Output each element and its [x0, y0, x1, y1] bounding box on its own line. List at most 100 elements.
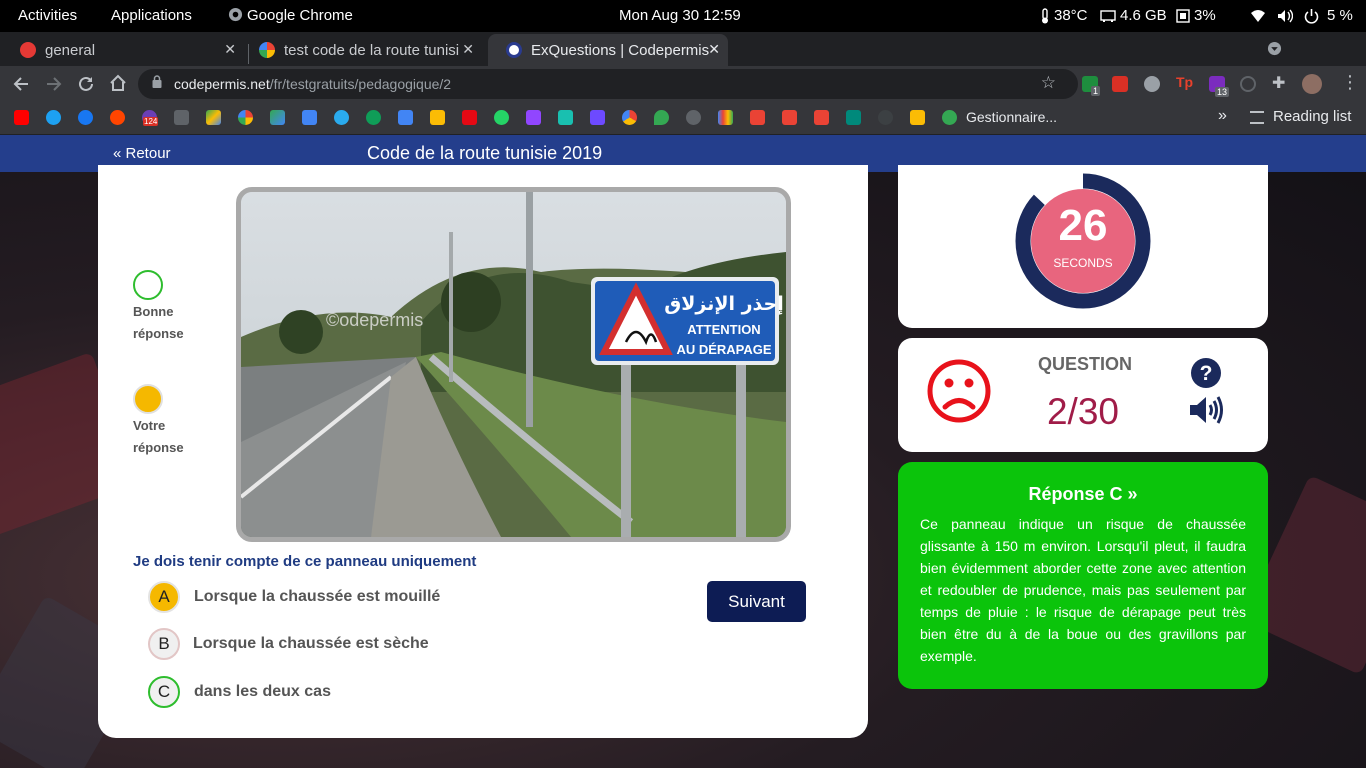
option-text: dans les deux cas — [194, 683, 331, 700]
reload-icon[interactable] — [77, 75, 95, 93]
temperature-indicator[interactable]: 38°C — [1040, 7, 1088, 24]
page-title: Code de la route tunisie 2019 — [367, 143, 603, 163]
image-bookmark-icon[interactable] — [910, 110, 925, 125]
option-letter: C — [148, 676, 180, 708]
close-icon[interactable]: ✕ — [462, 41, 474, 58]
road-sign-photo: إحذر الإنزلاق ATTENTION AU DÉRAPAGE ©ode… — [241, 192, 786, 537]
twitch-icon[interactable] — [526, 110, 541, 125]
answer-title[interactable]: Réponse C » — [898, 484, 1268, 505]
cpu-indicator[interactable]: 3% — [1176, 7, 1216, 24]
google-translate-icon[interactable] — [398, 110, 413, 125]
circle-app-icon[interactable] — [622, 110, 637, 125]
kebab-menu-icon[interactable]: ⋮ — [1341, 72, 1359, 93]
your-answer-legend-icon — [133, 384, 163, 414]
bookmark-bars-icon[interactable] — [718, 110, 733, 125]
tab-title: ExQuestions | Codepermis — [531, 41, 710, 59]
youtube-icon[interactable] — [14, 110, 29, 125]
google-play-icon[interactable] — [270, 110, 285, 125]
volume-icon[interactable] — [1277, 9, 1293, 23]
twitter-icon[interactable] — [46, 110, 61, 125]
home-icon[interactable] — [109, 74, 127, 92]
back-icon[interactable] — [12, 75, 30, 93]
netflix-icon[interactable] — [462, 110, 477, 125]
wifi-icon[interactable] — [1250, 9, 1266, 23]
answer-option-b[interactable]: B Lorsque la chaussée est sèche — [148, 628, 688, 660]
puzzle-icon[interactable]: ✚ — [1272, 73, 1288, 92]
gmail-icon[interactable] — [750, 110, 765, 125]
applications-menu[interactable]: Applications — [111, 7, 192, 24]
answer-option-a[interactable]: A Lorsque la chaussée est mouillé — [148, 581, 688, 613]
gmail-icon[interactable] — [814, 110, 829, 125]
speaker-icon[interactable] — [1188, 395, 1224, 425]
extension-icon-circle[interactable] — [1240, 76, 1256, 92]
app-menu[interactable]: Google Chrome — [228, 7, 353, 24]
google-photos-icon[interactable] — [238, 110, 253, 125]
legend-text: Votre — [133, 418, 166, 433]
green-app-icon[interactable] — [366, 110, 381, 125]
reddit-icon[interactable] — [110, 110, 125, 125]
reading-list-button[interactable]: Reading list — [1273, 108, 1351, 125]
address-bar[interactable]: codepermis.net/fr/testgratuits/pedagogiq… — [138, 69, 1078, 99]
navigation-bar: codepermis.net/fr/testgratuits/pedagogiq… — [0, 66, 1366, 102]
google-meet-icon[interactable] — [846, 110, 861, 125]
tab-search-icon[interactable] — [1267, 41, 1282, 56]
option-letter: A — [148, 581, 180, 613]
answer-option-c[interactable]: C dans les deux cas — [148, 676, 688, 708]
google-calendar-icon[interactable] — [302, 110, 317, 125]
bookmark-purple-icon[interactable] — [590, 110, 605, 125]
whatsapp-icon[interactable] — [494, 110, 509, 125]
extension-icon-gray[interactable] — [1144, 76, 1160, 92]
profile-avatar[interactable] — [1302, 74, 1322, 94]
gauge-icon[interactable] — [878, 110, 893, 125]
chrome-icon — [228, 7, 243, 22]
bracket-icon[interactable] — [174, 110, 189, 125]
gestionnaire-icon[interactable] — [942, 110, 957, 125]
memory-value: 4.6 GB — [1120, 7, 1167, 24]
google-icon[interactable] — [686, 110, 701, 125]
memory-indicator[interactable]: 4.6 GB — [1100, 7, 1167, 24]
extension-badge: 13 — [1215, 87, 1230, 97]
gmail-icon[interactable] — [782, 110, 797, 125]
tab-title: general — [45, 41, 96, 59]
next-button[interactable]: Suivant — [707, 581, 806, 622]
bookmark-gestionnaire[interactable]: Gestionnaire... — [966, 109, 1057, 125]
watermark-text: ©odepermis — [326, 310, 423, 330]
facebook-icon[interactable] — [78, 110, 93, 125]
more-bookmarks-button[interactable]: » — [1218, 107, 1227, 125]
sign-line1-text: ATTENTION — [687, 322, 760, 337]
vpn-icon[interactable] — [558, 110, 573, 125]
help-icon[interactable]: ? — [1190, 357, 1222, 389]
tab-favicon — [20, 42, 36, 58]
google-drive-icon[interactable] — [206, 110, 221, 125]
power-icon[interactable] — [1304, 8, 1319, 24]
timer-card: 26 SECONDS — [898, 165, 1268, 328]
back-link[interactable]: « Retour — [113, 145, 171, 162]
close-icon[interactable]: ✕ — [708, 41, 720, 58]
thermometer-icon — [1042, 7, 1048, 23]
telegram-icon[interactable] — [334, 110, 349, 125]
bookmark-star-icon[interactable]: ☆ — [1041, 73, 1056, 93]
google-keep-icon[interactable] — [430, 110, 445, 125]
forward-icon[interactable] — [45, 75, 63, 93]
tab-exquestions[interactable]: ExQuestions | Codepermis ✕ — [488, 34, 728, 66]
activities-button[interactable]: Activities — [18, 7, 77, 24]
clock[interactable]: Mon Aug 30 12:59 — [619, 7, 741, 24]
timer-value: 26 — [1058, 201, 1108, 250]
battery-value[interactable]: 5 % — [1327, 7, 1353, 24]
tp-extension-icon[interactable]: Tp — [1176, 74, 1193, 90]
url-text[interactable]: codepermis.net/fr/testgratuits/pedagogiq… — [174, 76, 451, 92]
tab-test-code[interactable]: test code de la route tunisi ✕ — [241, 34, 482, 66]
url-host: codepermis.net — [174, 76, 270, 92]
question-text: Je dois tenir compte de ce panneau uniqu… — [133, 553, 477, 570]
close-icon[interactable]: ✕ — [224, 41, 236, 58]
cpu-icon — [1176, 8, 1190, 23]
lock-icon[interactable] — [152, 75, 162, 88]
timer-unit: SECONDS — [1053, 256, 1113, 270]
tab-general[interactable]: general ✕ — [2, 34, 244, 66]
google-maps-icon[interactable] — [654, 110, 669, 125]
extension-icon-red[interactable] — [1112, 76, 1128, 92]
page-viewport: « Retour Code de la route tunisie 2019 B… — [0, 135, 1366, 768]
bookmarks-bar: 124 Gestionnaire... » Reading list — [0, 102, 1366, 135]
sign-arabic-text: إحذر الإنزلاق — [664, 293, 783, 315]
correct-answer-legend: Bonne réponse — [133, 301, 203, 345]
